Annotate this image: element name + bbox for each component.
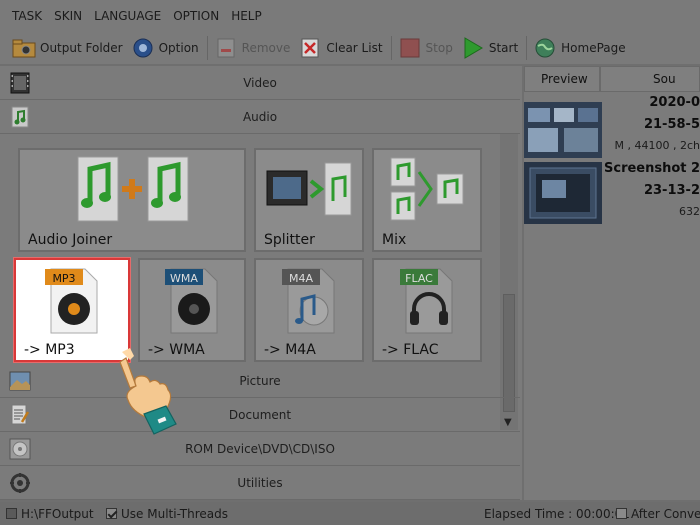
document-icon: [8, 403, 32, 427]
film-icon: [8, 71, 32, 95]
utilities-icon: [8, 471, 32, 495]
homepage-label: HomePage: [561, 41, 626, 55]
option-button[interactable]: Option: [131, 34, 199, 62]
flac-file-icon: FLAC: [374, 260, 480, 338]
option-label: Option: [158, 41, 199, 55]
output-path-text: H:\FFOutput: [21, 507, 94, 521]
m4a-badge-text: M4A: [289, 272, 313, 285]
column-preview[interactable]: Preview: [524, 66, 600, 92]
wma-badge-text: WMA: [170, 272, 198, 285]
category-picture[interactable]: Picture: [0, 364, 520, 398]
wma-file-icon: WMA: [140, 260, 244, 338]
after-convert-checkbox[interactable]: After Conver: [616, 507, 700, 521]
tile-mix-label: Mix: [382, 232, 407, 248]
tile-to-m4a[interactable]: M4A -> M4A: [254, 258, 364, 362]
multi-threads-checkbox[interactable]: Use Multi-Threads: [106, 507, 228, 521]
menu-bar: TASK SKIN LANGUAGE OPTION HELP: [0, 0, 700, 32]
category-utilities-label: Utilities: [237, 475, 283, 490]
output-folder-button[interactable]: Output Folder: [12, 34, 123, 62]
column-preview-label: Preview: [541, 72, 588, 86]
column-source-label: Sou: [653, 72, 676, 86]
stop-icon: [398, 36, 422, 60]
audio-joiner-icon: [20, 150, 244, 228]
multi-threads-label: Use Multi-Threads: [121, 507, 229, 521]
menu-language[interactable]: LANGUAGE: [94, 9, 161, 23]
globe-icon: [533, 36, 557, 60]
tile-audio-joiner[interactable]: Audio Joiner: [18, 148, 246, 252]
tile-mix[interactable]: Mix: [372, 148, 482, 252]
category-audio-label: Audio: [242, 109, 278, 124]
pointing-hand-icon: [108, 346, 182, 436]
start-button[interactable]: Start: [461, 34, 518, 62]
category-utilities[interactable]: Utilities: [0, 466, 520, 500]
menu-task[interactable]: TASK: [12, 9, 42, 23]
homepage-button[interactable]: HomePage: [533, 34, 626, 62]
tile-to-m4a-label: -> M4A: [264, 342, 316, 358]
picture-icon: [8, 369, 32, 393]
checkbox-unchecked-icon: [616, 508, 627, 519]
toolbar-separator: [526, 36, 528, 60]
tile-to-flac-label: -> FLAC: [382, 342, 439, 358]
file-thumbnail[interactable]: [524, 102, 602, 158]
file1-name-line2: 21-58-5: [643, 117, 700, 132]
after-convert-label: After Conver: [631, 507, 700, 521]
output-folder-status[interactable]: H:\FFOutput: [6, 507, 94, 521]
status-bar: H:\FFOutput Use Multi-Threads Elapsed Ti…: [0, 502, 700, 525]
play-icon: [461, 36, 485, 60]
category-rom-device-label: ROM Device\DVD\CD\ISO: [185, 441, 335, 456]
tile-splitter-label: Splitter: [264, 232, 315, 248]
disc-icon: [8, 437, 32, 461]
category-panel: Video Audio Audio Joiner Splitter Mix MP…: [0, 66, 522, 500]
file-list-header: Preview Sou: [524, 66, 700, 92]
category-video[interactable]: Video: [0, 66, 520, 100]
category-audio[interactable]: Audio: [0, 100, 520, 134]
start-label: Start: [488, 41, 519, 55]
clear-list-button[interactable]: Clear List: [298, 34, 383, 62]
category-rom-device[interactable]: ROM Device\DVD\CD\ISO: [0, 432, 520, 466]
menu-option[interactable]: OPTION: [173, 9, 219, 23]
tile-splitter[interactable]: Splitter: [254, 148, 364, 252]
menu-help[interactable]: HELP: [231, 9, 262, 23]
column-source[interactable]: Sou: [600, 66, 700, 92]
remove-button[interactable]: Remove: [214, 34, 291, 62]
mp3-badge-text: MP3: [52, 272, 75, 285]
file1-name: 2020-0: [649, 95, 700, 110]
category-picture-label: Picture: [239, 373, 281, 388]
option-icon: [131, 36, 155, 60]
flac-badge-text: FLAC: [405, 272, 433, 285]
remove-label: Remove: [241, 41, 291, 55]
mix-icon: [374, 150, 480, 228]
elapsed-time: Elapsed Time : 00:00:01: [484, 507, 630, 521]
clear-list-icon: [298, 36, 322, 60]
output-folder-label: Output Folder: [40, 41, 123, 55]
folder-status-icon: [6, 508, 17, 519]
mp3-file-icon: MP3: [16, 260, 128, 338]
tile-to-flac[interactable]: FLAC -> FLAC: [372, 258, 482, 362]
splitter-icon: [256, 150, 362, 228]
file1-info: M , 44100 , 2ch: [614, 139, 700, 152]
menu-skin[interactable]: SKIN: [54, 9, 82, 23]
stop-button[interactable]: Stop: [398, 34, 453, 62]
tile-audio-joiner-label: Audio Joiner: [28, 232, 113, 248]
clear-list-label: Clear List: [326, 41, 383, 55]
m4a-file-icon: M4A: [256, 260, 362, 338]
category-document[interactable]: Document: [0, 398, 520, 432]
checkbox-checked-icon: [106, 508, 117, 519]
toolbar: Output Folder Option Remove Clear List S…: [0, 32, 700, 64]
stop-label: Stop: [425, 41, 453, 55]
file2-name-line2: 23-13-2: [643, 183, 700, 198]
folder-icon: [12, 36, 36, 60]
category-document-label: Document: [228, 407, 292, 422]
file-list-panel: Preview Sou 2020-0 21-58-5 M , 44100 , 2…: [524, 66, 700, 500]
toolbar-separator: [206, 36, 208, 60]
music-note-icon: [8, 105, 32, 129]
tile-to-mp3-label: -> MP3: [24, 342, 75, 358]
file2-info: 632: [679, 205, 700, 218]
category-video-label: Video: [243, 75, 277, 90]
remove-icon: [214, 36, 238, 60]
file-thumbnail[interactable]: [524, 162, 602, 224]
toolbar-separator: [390, 36, 392, 60]
file2-name: Screenshot 2: [604, 161, 700, 176]
